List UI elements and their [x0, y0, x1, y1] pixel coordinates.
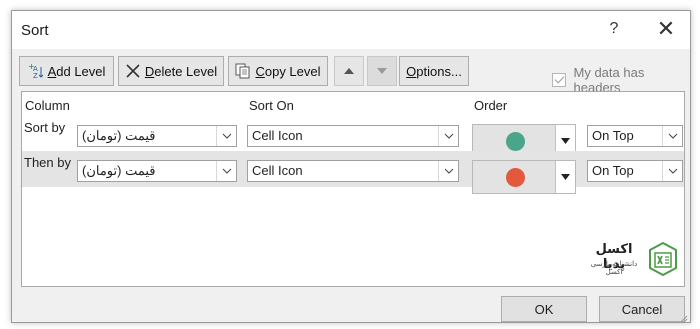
move-down-button[interactable] — [367, 56, 397, 86]
chevron-down-icon — [216, 126, 236, 146]
close-button[interactable]: ✕ — [652, 18, 680, 41]
sort-on-select[interactable]: Cell Icon — [247, 160, 459, 182]
chevron-down-icon — [662, 126, 682, 146]
column-select[interactable]: قیمت (تومان) — [77, 160, 237, 182]
sort-on-select[interactable]: Cell Icon — [247, 125, 459, 147]
title-bar: Sort ? ✕ — [12, 11, 690, 49]
column-select-value: قیمت (تومان) — [82, 163, 156, 178]
sort-dialog: Sort ? ✕ + A Z Add Level Delete Level Co… — [11, 10, 691, 323]
delete-level-hotkey: D — [144, 63, 155, 79]
options-hotkey: O — [406, 63, 417, 79]
chevron-down-icon — [662, 161, 682, 181]
caret-down-icon — [555, 161, 575, 193]
delete-x-icon — [125, 63, 141, 79]
column-header: Column — [25, 98, 70, 113]
add-level-icon: + A Z — [28, 63, 44, 79]
cancel-button[interactable]: Cancel — [599, 296, 685, 322]
dialog-title: Sort — [21, 22, 49, 39]
logo-subtitle: دانشنامه پارسی اکسل — [590, 260, 638, 276]
cell-icon-select[interactable] — [472, 160, 576, 194]
column-select[interactable]: قیمت (تومان) — [77, 125, 237, 147]
svg-text:Z: Z — [33, 72, 38, 79]
delete-level-button[interactable]: Delete Level — [118, 56, 224, 86]
sort-level-row[interactable]: Then by قیمت (تومان) Cell Icon On Top — [22, 151, 684, 194]
chevron-down-icon — [216, 161, 236, 181]
chevron-down-icon — [438, 126, 458, 146]
row-label: Sort by — [24, 120, 66, 135]
order-select[interactable]: On Top — [587, 125, 683, 147]
order-select[interactable]: On Top — [587, 160, 683, 182]
options-button[interactable]: Options... — [399, 56, 469, 86]
add-level-hotkey: A — [47, 63, 57, 79]
move-up-button[interactable] — [334, 56, 364, 86]
sort-levels-grid: Column Sort On Order Sort by قیمت (تومان… — [21, 91, 685, 287]
copy-level-label: opy Level — [264, 63, 321, 79]
add-level-button[interactable]: + A Z Add Level — [19, 56, 114, 86]
order-select-value: On Top — [592, 163, 634, 178]
ok-button[interactable]: OK — [501, 296, 587, 322]
column-select-value: قیمت (تومان) — [82, 128, 156, 143]
row-label: Then by — [24, 155, 71, 170]
order-header: Order — [474, 98, 508, 113]
triangle-down-icon — [376, 64, 388, 78]
copy-level-button[interactable]: Copy Level — [228, 56, 328, 86]
delete-level-label: elete Level — [154, 63, 218, 79]
copy-icon — [235, 63, 251, 79]
excel-logo-icon — [648, 241, 678, 279]
options-label: ptions... — [416, 63, 462, 79]
checkbox-box[interactable] — [552, 73, 566, 87]
copy-level-hotkey: C — [255, 63, 265, 79]
sort-on-select-value: Cell Icon — [252, 128, 303, 143]
resize-grip-icon[interactable] — [680, 312, 688, 323]
add-level-label: dd Level — [56, 63, 106, 79]
sort-on-header: Sort On — [249, 98, 294, 113]
chevron-down-icon — [438, 161, 458, 181]
order-select-value: On Top — [592, 128, 634, 143]
triangle-up-icon — [343, 64, 355, 78]
sort-on-select-value: Cell Icon — [252, 163, 303, 178]
circle-icon — [506, 168, 525, 187]
circle-icon — [506, 132, 525, 151]
sort-level-row[interactable]: Sort by قیمت (تومان) Cell Icon On Top — [22, 116, 684, 158]
help-button[interactable]: ? — [606, 20, 622, 40]
excelpedia-logo: اکسل پدیا دانشنامه پارسی اکسل — [584, 241, 684, 282]
